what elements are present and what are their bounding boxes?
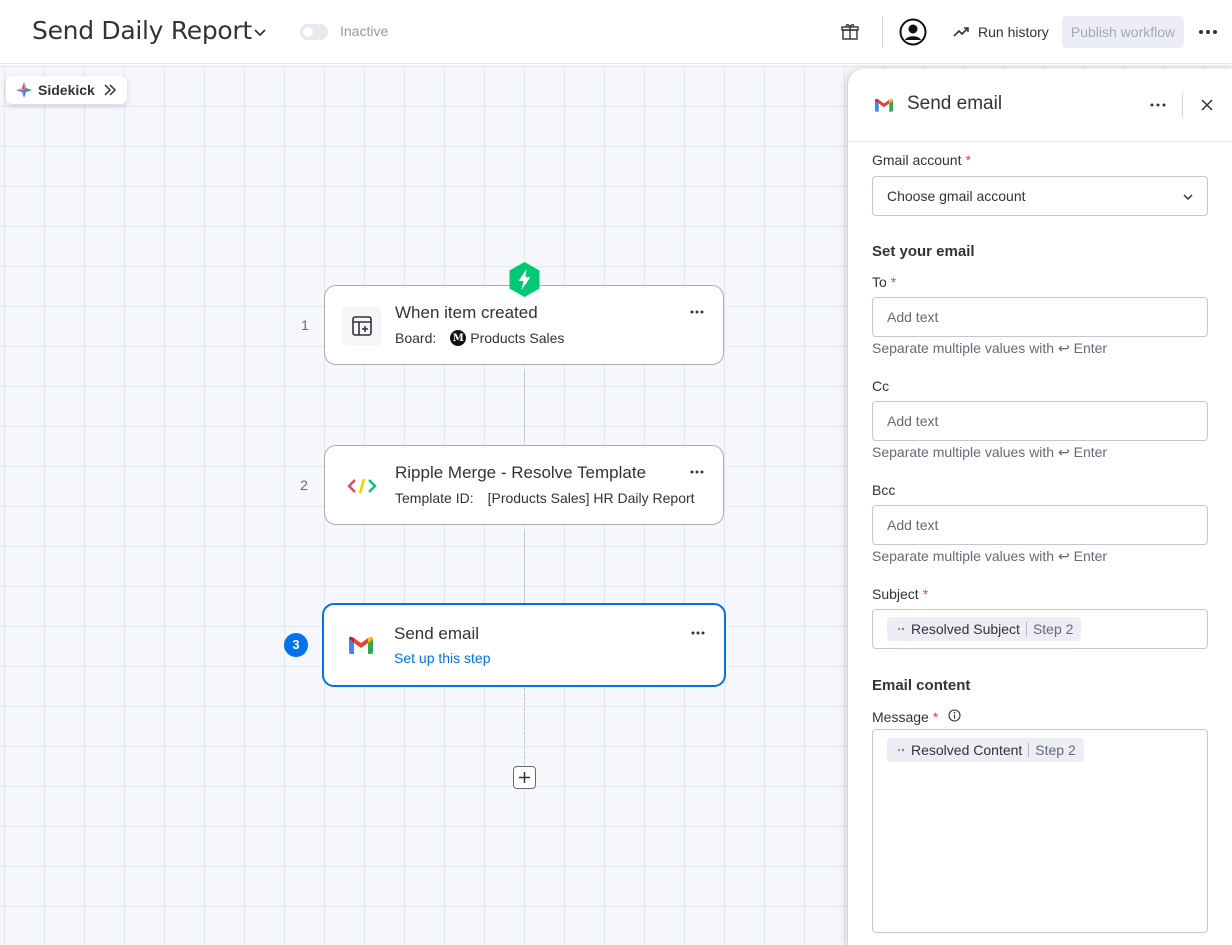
publish-workflow-button[interactable]: Publish workflow (1062, 16, 1184, 48)
label-text: Message (872, 709, 929, 725)
connector-line (524, 370, 525, 442)
resolved-subject-chip[interactable]: Resolved Subject Step 2 (887, 617, 1082, 641)
cc-label: Cc (872, 378, 890, 394)
step-title: When item created (395, 303, 538, 322)
board-label: Board: (395, 330, 437, 346)
avatar[interactable] (899, 18, 927, 46)
cc-field[interactable]: Add text (872, 401, 1208, 441)
chevron-down-icon (1183, 194, 1193, 201)
dots-icon (897, 627, 905, 631)
template-id-value: [Products Sales] HR Daily Report (487, 490, 695, 506)
message-editor[interactable]: Resolved Content Step 2 (872, 729, 1208, 933)
step-number-active: 3 (284, 633, 308, 657)
chip-separator (1025, 622, 1027, 636)
subject-label: Subject * (872, 586, 928, 602)
set-up-step-link[interactable]: Set up this step (394, 650, 491, 666)
required-marker: * (932, 709, 939, 725)
connector-line (524, 530, 525, 603)
select-placeholder: Choose gmail account (887, 188, 1026, 204)
to-label: To * (872, 274, 896, 290)
label-text: Subject (872, 586, 919, 602)
chevron-down-icon[interactable] (252, 24, 268, 40)
chip-label: Resolved Content (911, 742, 1023, 758)
chip-step: Step 2 (1035, 742, 1076, 758)
board-name: Products Sales (470, 330, 565, 346)
to-hint: Separate multiple values with ↩ Enter (872, 340, 1108, 356)
set-email-title: Set your email (872, 243, 975, 260)
sidekick-sparkle-icon (16, 82, 32, 98)
step-number: 1 (301, 317, 309, 333)
workflow-title[interactable]: Send Daily Report (32, 16, 252, 45)
template-id-label: Template ID: (395, 490, 474, 506)
header-divider (882, 16, 883, 48)
info-icon[interactable] (948, 709, 961, 722)
cc-hint: Separate multiple values with ↩ Enter (872, 444, 1108, 460)
close-icon[interactable] (1200, 98, 1214, 112)
label-text: Gmail account (872, 152, 962, 168)
chip-step: Step 2 (1032, 621, 1074, 637)
gift-icon[interactable] (840, 22, 860, 42)
add-step-button[interactable] (513, 766, 536, 789)
chip-label: Resolved Subject (911, 621, 1020, 637)
dots-icon (897, 748, 905, 752)
field-placeholder: Add text (887, 517, 939, 533)
run-history-button[interactable]: Run history (948, 16, 1053, 48)
trend-icon (953, 27, 969, 37)
field-placeholder: Add text (887, 309, 939, 325)
run-history-label: Run history (978, 24, 1049, 40)
more-options-icon[interactable] (689, 466, 705, 478)
field-placeholder: Add text (887, 413, 939, 429)
step-title: Send email (394, 624, 480, 643)
resolved-content-chip[interactable]: Resolved Content Step 2 (887, 738, 1084, 762)
active-toggle[interactable] (300, 24, 328, 40)
step-card-send-email[interactable]: Send email Set up this step (322, 603, 726, 687)
sidekick-label: Sidekick (38, 82, 95, 98)
step-title: Ripple Merge - Resolve Template (395, 463, 647, 482)
required-marker: * (922, 586, 929, 602)
send-email-panel: Send email Gmail account * Choose gmail a… (847, 69, 1232, 945)
more-options-icon[interactable] (1196, 22, 1220, 42)
to-field[interactable]: Add text (872, 297, 1208, 337)
top-header: Send Daily Report Inactive Run history P… (0, 0, 1232, 64)
panel-title: Send email (907, 93, 1003, 114)
more-options-icon[interactable] (1149, 99, 1167, 111)
connector-dashed (524, 688, 525, 764)
email-content-title: Email content (872, 677, 971, 694)
message-label: Message * (872, 709, 938, 725)
sidekick-button[interactable]: Sidekick (6, 76, 127, 104)
chip-separator (1028, 743, 1030, 757)
bcc-field[interactable]: Add text (872, 505, 1208, 545)
plus-icon (519, 772, 530, 783)
panel-header: Send email (848, 69, 1232, 142)
double-chevron-right-icon (104, 84, 117, 96)
required-marker: * (890, 274, 897, 290)
gmail-account-select[interactable]: Choose gmail account (872, 176, 1208, 216)
label-text: To (872, 274, 887, 290)
required-marker: * (965, 152, 971, 168)
gmail-account-label: Gmail account * (872, 152, 971, 168)
step-subtitle: Template ID: [Products Sales] HR Daily R… (395, 490, 695, 506)
step-card-ripple-merge[interactable]: Ripple Merge - Resolve Template Template… (324, 445, 724, 525)
lightning-trigger-icon (509, 262, 540, 297)
bcc-hint: Separate multiple values with ↩ Enter (872, 548, 1108, 564)
step-number: 2 (300, 477, 308, 493)
board-item-icon (342, 306, 382, 346)
code-brackets-icon (342, 466, 382, 506)
bcc-label: Bcc (872, 482, 896, 498)
panel-divider (1182, 93, 1183, 117)
step-subtitle: Board: M Products Sales (395, 330, 564, 346)
more-options-icon[interactable] (690, 627, 706, 639)
status-label: Inactive (340, 23, 389, 39)
subject-field[interactable]: Resolved Subject Step 2 (872, 609, 1208, 649)
gmail-icon (341, 625, 381, 665)
more-options-icon[interactable] (689, 306, 705, 318)
gmail-icon (875, 98, 893, 112)
board-logo-icon: M (450, 330, 467, 346)
